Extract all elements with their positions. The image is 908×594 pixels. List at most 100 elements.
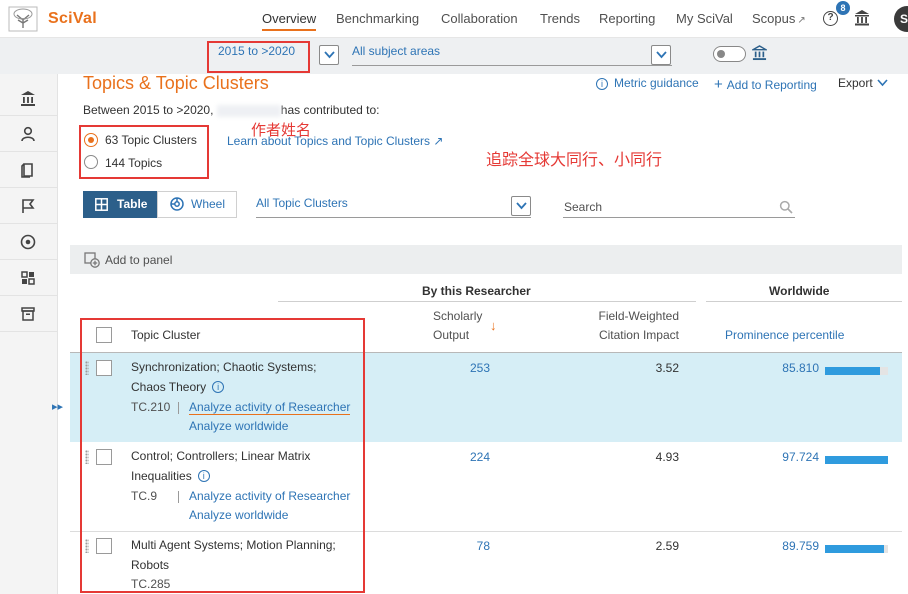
table-view-label: Table — [117, 197, 148, 211]
prominence-bar — [825, 367, 888, 375]
filter-bar: 2015 to >2020 All subject areas — [0, 38, 908, 74]
intro-text: Between 2015 to >2020, has contributed t… — [83, 103, 380, 117]
scival-logo[interactable]: SciVal — [8, 5, 97, 33]
institution-icon[interactable] — [752, 45, 767, 61]
avatar[interactable]: SI — [894, 6, 908, 32]
institution-icon — [21, 91, 35, 106]
annotation-author-name: 作者姓名 — [251, 121, 312, 139]
column-output-line2: Output — [433, 328, 470, 342]
search-icon — [779, 200, 793, 214]
annotation-box-topic-clusters — [80, 318, 365, 593]
nav-collaboration[interactable]: Collaboration — [441, 11, 518, 26]
sidebar-item-publications[interactable] — [0, 152, 58, 188]
subject-area-value: All subject areas — [352, 44, 441, 58]
fwci-value: 3.52 — [655, 361, 679, 375]
panel-toolbar: Add to panel — [70, 245, 902, 274]
nav-trends[interactable]: Trends — [540, 11, 580, 26]
column-fwci-line1: Field-Weighted — [598, 309, 679, 323]
left-sidebar: ▸▸ — [0, 74, 63, 594]
chevron-down-icon — [516, 202, 527, 210]
target-icon — [20, 234, 36, 250]
nav-benchmarking[interactable]: Benchmarking — [336, 11, 419, 26]
sidebar-item-researcher[interactable] — [0, 116, 58, 152]
subject-area-select[interactable]: All subject areas — [352, 44, 672, 66]
info-icon: i — [596, 77, 608, 90]
topic-cluster-filter-select[interactable]: All Topic Clusters — [256, 196, 531, 218]
notification-badge[interactable]: 8 — [836, 1, 850, 15]
sidebar-item-groups[interactable] — [0, 260, 58, 296]
scholarly-output-value[interactable]: 224 — [450, 450, 490, 464]
add-to-reporting-button[interactable]: + Add to Reporting — [714, 76, 817, 93]
group-divider-researcher — [278, 301, 696, 302]
flag-icon — [22, 199, 35, 213]
intro-suffix: has contributed to: — [280, 103, 380, 117]
wheel-view-button[interactable]: Wheel — [157, 191, 237, 218]
add-to-reporting-label: Add to Reporting — [726, 78, 817, 92]
scholarly-output-value[interactable]: 253 — [450, 361, 490, 375]
prominence-value: 85.810 — [782, 361, 819, 375]
search-placeholder: Search — [564, 200, 603, 214]
wheel-view-label: Wheel — [191, 197, 226, 211]
prominence-bar-fill — [825, 456, 888, 464]
book-icon — [21, 163, 33, 178]
metric-guidance-label: Metric guidance — [614, 76, 699, 90]
brand-name: SciVal — [48, 10, 97, 27]
date-range-dropdown-button[interactable] — [319, 45, 339, 65]
prominence-bar — [825, 545, 888, 553]
group-header-worldwide: Worldwide — [769, 284, 830, 298]
export-button[interactable]: Export — [838, 76, 888, 90]
table-icon — [95, 198, 108, 211]
external-link-icon: ↗ — [797, 15, 806, 26]
fwci-value: 2.59 — [655, 539, 679, 553]
prominence-value: 97.724 — [782, 450, 819, 464]
prominence-bar-fill — [825, 545, 884, 553]
column-output-line1: Scholarly — [433, 309, 483, 323]
intro-prefix: Between 2015 to >2020, — [83, 103, 217, 117]
redacted-name — [216, 104, 281, 117]
subject-area-dropdown-button[interactable] — [651, 45, 671, 65]
person-icon — [21, 126, 35, 142]
grid-icon — [21, 271, 35, 285]
table-view-button[interactable]: Table — [83, 191, 157, 218]
metric-guidance-link[interactable]: i Metric guidance — [596, 76, 699, 90]
sidebar-item-archive[interactable] — [0, 296, 58, 332]
wheel-icon — [170, 197, 184, 211]
nav-reporting[interactable]: Reporting — [599, 11, 655, 26]
plus-icon: + — [714, 76, 723, 93]
prominence-bar-fill — [825, 367, 880, 375]
archive-icon — [21, 307, 35, 321]
annotation-box-radio — [79, 125, 209, 179]
prominence-value: 89.759 — [782, 539, 819, 553]
group-divider-worldwide — [706, 301, 902, 302]
sidebar-item-institution[interactable] — [0, 80, 58, 116]
fwci-value: 4.93 — [655, 450, 679, 464]
add-to-panel-icon[interactable] — [84, 252, 100, 268]
annotation-tracking: 追踪全球大同行、小同行 — [486, 150, 663, 169]
column-prominence-percentile[interactable]: Prominence percentile — [725, 326, 844, 345]
sidebar-item-topics[interactable] — [0, 224, 58, 260]
topic-cluster-dropdown-button[interactable] — [511, 196, 531, 216]
sidebar-item-countries[interactable] — [0, 188, 58, 224]
column-scholarly-output[interactable]: Scholarly Output — [433, 307, 482, 345]
add-to-panel-label[interactable]: Add to panel — [105, 253, 172, 267]
page-title: Topics & Topic Clusters — [83, 73, 269, 93]
toggle-switch[interactable] — [713, 46, 746, 62]
search-input[interactable]: Search — [563, 198, 795, 218]
nav-my-scival[interactable]: My SciVal — [676, 11, 733, 26]
nav-scopus[interactable]: Scopus ↗ — [752, 11, 806, 26]
group-header-researcher: By this Researcher — [422, 284, 531, 298]
prominence-bar — [825, 456, 888, 464]
sort-descending-icon[interactable]: ↓ — [490, 318, 497, 333]
chevron-down-icon — [324, 51, 335, 59]
column-fwci-line2: Citation Impact — [598, 328, 679, 342]
nav-overview[interactable]: Overview — [262, 11, 317, 31]
export-label: Export — [838, 76, 873, 90]
sidebar-expand-icon[interactable]: ▸▸ — [52, 400, 63, 413]
column-fwci[interactable]: Field-Weighted Citation Impact — [598, 307, 679, 345]
chevron-down-icon — [656, 51, 667, 59]
institution-icon[interactable] — [854, 9, 870, 26]
scholarly-output-value[interactable]: 78 — [450, 539, 490, 553]
help-icon[interactable]: ? — [823, 11, 838, 26]
chevron-down-icon — [877, 79, 888, 87]
topic-cluster-filter-value: All Topic Clusters — [256, 196, 348, 210]
